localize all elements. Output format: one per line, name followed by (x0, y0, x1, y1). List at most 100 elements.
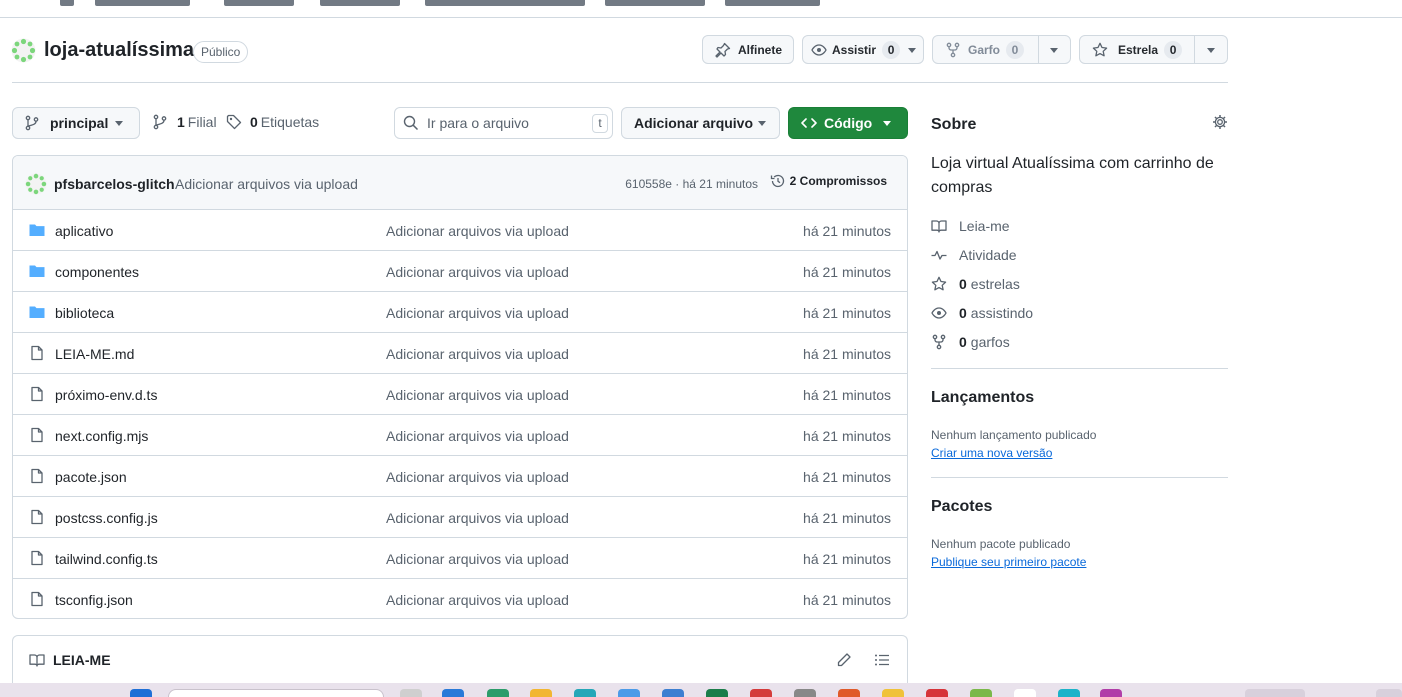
taskbar-app-icon[interactable] (1058, 689, 1080, 697)
watch-label: Assistir (832, 42, 877, 57)
file-commit-message[interactable]: Adicionar arquivos via upload (386, 551, 569, 567)
file-row[interactable]: próximo-env.d.ts Adicionar arquivos via … (13, 374, 907, 415)
taskbar-app-icon[interactable] (487, 689, 509, 697)
file-name-link[interactable]: aplicativo (55, 223, 113, 239)
windows-start-icon[interactable] (130, 689, 152, 697)
taskbar-app-icon[interactable] (882, 689, 904, 697)
taskbar-app-icon[interactable] (926, 689, 948, 697)
taskbar-app-icon[interactable] (970, 689, 992, 697)
readme-link[interactable]: Leia-me (931, 218, 1010, 234)
nav-tab-code[interactable] (60, 0, 74, 6)
forks-link[interactable]: 0 garfos (931, 334, 1010, 350)
author-avatar[interactable] (25, 173, 47, 195)
file-name-link[interactable]: LEIA-ME.md (55, 346, 134, 362)
pencil-icon[interactable] (836, 652, 852, 668)
taskbar-app-icon[interactable] (794, 689, 816, 697)
taskbar-search-box[interactable] (168, 689, 384, 697)
watchers-link[interactable]: 0 assistindo (931, 305, 1033, 321)
add-file-button[interactable]: Adicionar arquivo (621, 107, 780, 139)
pin-label: Alfinete (738, 42, 783, 57)
repo-name[interactable]: loja-atualíssima (44, 39, 194, 62)
taskbar-app-icon[interactable] (618, 689, 640, 697)
file-commit-message[interactable]: Adicionar arquivos via upload (386, 510, 569, 526)
watching-label: assistindo (970, 305, 1034, 321)
star-dropdown-caret[interactable] (1207, 48, 1215, 53)
branch-select-button[interactable]: principal (12, 107, 140, 139)
file-commit-message[interactable]: Adicionar arquivos via upload (386, 469, 569, 485)
file-commit-message[interactable]: Adicionar arquivos via upload (386, 387, 569, 403)
star-button[interactable]: Estrela 0 (1079, 35, 1228, 64)
tags-link[interactable]: 0 Etiquetas (226, 114, 319, 130)
clock[interactable] (1376, 689, 1402, 697)
file-row[interactable]: componentes Adicionar arquivos via uploa… (13, 251, 907, 292)
taskbar-app-icon[interactable] (530, 689, 552, 697)
watch-dropdown-caret[interactable] (908, 48, 916, 53)
taskbar-app-icon[interactable] (442, 689, 464, 697)
file-row[interactable]: next.config.mjs Adicionar arquivos via u… (13, 415, 907, 456)
file-row[interactable]: biblioteca Adicionar arquivos via upload… (13, 292, 907, 333)
taskbar-app-icon[interactable] (838, 689, 860, 697)
file-row[interactable]: tailwind.config.ts Adicionar arquivos vi… (13, 538, 907, 579)
publish-package-link[interactable]: Publique seu primeiro pacote (931, 555, 1086, 569)
packages-heading[interactable]: Pacotes (931, 498, 992, 516)
file-row[interactable]: aplicativo Adicionar arquivos via upload… (13, 210, 907, 251)
file-commit-message[interactable]: Adicionar arquivos via upload (386, 592, 569, 608)
activity-link[interactable]: Atividade (931, 247, 1017, 263)
file-name-link[interactable]: pacote.json (55, 469, 127, 485)
releases-heading[interactable]: Lançamentos (931, 389, 1034, 407)
nav-tab-projects[interactable] (425, 0, 585, 6)
file-name-link[interactable]: postcss.config.js (55, 510, 158, 526)
taskbar-app-icon[interactable] (750, 689, 772, 697)
file-commit-message[interactable]: Adicionar arquivos via upload (386, 428, 569, 444)
system-tray[interactable] (1245, 689, 1305, 697)
commits-history-link[interactable]: 2 Compromissos (770, 173, 887, 189)
nav-tab-actions[interactable] (320, 0, 400, 6)
file-name-link[interactable]: tsconfig.json (55, 592, 133, 608)
file-row[interactable]: pacote.json Adicionar arquivos via uploa… (13, 456, 907, 497)
file-commit-message[interactable]: Adicionar arquivos via upload (386, 223, 569, 239)
nav-tab-security[interactable] (605, 0, 705, 6)
file-row[interactable]: tsconfig.json Adicionar arquivos via upl… (13, 579, 907, 618)
pin-button[interactable]: Alfinete (702, 35, 794, 64)
file-commit-message[interactable]: Adicionar arquivos via upload (386, 264, 569, 280)
watch-button[interactable]: Assistir 0 (802, 35, 924, 64)
folder-icon (29, 265, 45, 277)
list-outline-icon[interactable] (874, 652, 890, 668)
file-commit-message[interactable]: Adicionar arquivos via upload (386, 346, 569, 362)
file-name-link[interactable]: componentes (55, 264, 139, 280)
repo-owner-avatar[interactable] (11, 38, 36, 63)
nav-tab-insights[interactable] (725, 0, 820, 6)
commit-author-link[interactable]: pfsbarcelos-glitch (54, 176, 175, 192)
nav-tab-issues[interactable] (95, 0, 190, 6)
taskbar-app-icon[interactable] (662, 689, 684, 697)
gear-icon[interactable] (1212, 114, 1228, 130)
file-name-link[interactable]: próximo-env.d.ts (55, 387, 157, 403)
commit-sha-time[interactable]: 610558e · há 21 minutos (625, 177, 758, 191)
file-name-link[interactable]: next.config.mjs (55, 428, 148, 444)
taskbar-app-icon[interactable] (706, 689, 728, 697)
nav-tab-pull-requests[interactable] (224, 0, 294, 6)
file-name-link[interactable]: tailwind.config.ts (55, 551, 158, 567)
file-name-link[interactable]: biblioteca (55, 305, 114, 321)
fork-dropdown-caret[interactable] (1050, 48, 1058, 53)
taskbar-app-icon[interactable] (400, 689, 422, 697)
folder-icon (29, 224, 45, 236)
file-row[interactable]: LEIA-ME.md Adicionar arquivos via upload… (13, 333, 907, 374)
create-release-link[interactable]: Criar uma nova versão (931, 446, 1052, 460)
taskbar-app-icon[interactable] (1100, 689, 1122, 697)
branches-link[interactable]: 1 Filial (152, 114, 217, 130)
packages-empty-text: Nenhum pacote publicado (931, 537, 1071, 551)
fork-button[interactable]: Garfo 0 (932, 35, 1071, 64)
header-divider (12, 82, 1228, 83)
commit-message-link[interactable]: Adicionar arquivos via upload (175, 176, 358, 192)
search-placeholder: Ir para o arquivo (427, 115, 529, 131)
code-button[interactable]: Código (788, 107, 908, 139)
taskbar-app-icon[interactable] (574, 689, 596, 697)
forks-label: garfos (970, 334, 1010, 350)
stars-link[interactable]: 0 estrelas (931, 276, 1020, 292)
taskbar-app-icon[interactable] (1014, 689, 1036, 697)
readme-tab[interactable]: LEIA-ME (29, 652, 111, 668)
go-to-file-input[interactable]: Ir para o arquivo t (394, 107, 613, 139)
file-row[interactable]: postcss.config.js Adicionar arquivos via… (13, 497, 907, 538)
file-commit-message[interactable]: Adicionar arquivos via upload (386, 305, 569, 321)
